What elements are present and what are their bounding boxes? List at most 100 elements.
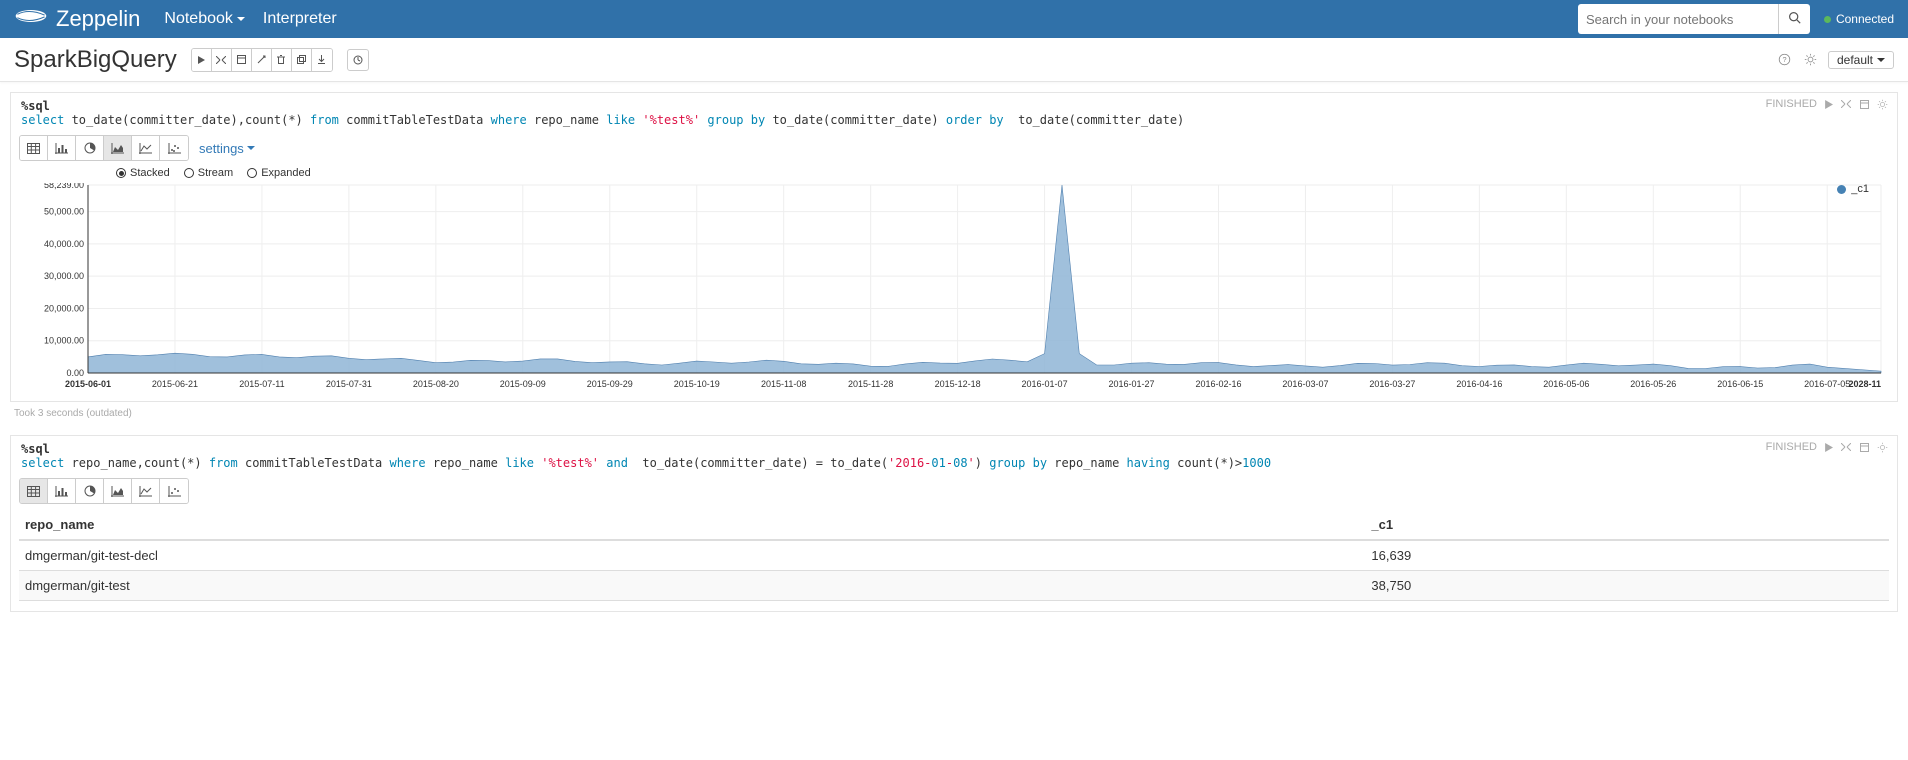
nav-interpreter[interactable]: Interpreter [263, 10, 337, 28]
note-right-tools: ? default [1776, 51, 1894, 69]
run-all-button[interactable] [192, 49, 212, 71]
viz-bar-button[interactable] [48, 479, 76, 503]
paragraph-1-query-text: select to_date(committer_date),count(*) … [21, 113, 1184, 127]
svg-text:2016-03-27: 2016-03-27 [1369, 379, 1415, 389]
nav-notebook-label: Notebook [164, 10, 233, 28]
paragraph-1-viz-toolbar: settings [11, 131, 1897, 167]
hide-editor-button[interactable] [1839, 440, 1853, 454]
chart-container: Stacked Stream Expanded _c1 0.0010,000.0… [11, 167, 1897, 401]
paragraph-1-status-bar: FINISHED [1766, 97, 1889, 111]
paragraph-1-footer: Took 3 seconds (outdated) [0, 402, 1908, 425]
caret-down-icon [237, 17, 245, 21]
viz-settings-link[interactable]: settings [199, 141, 255, 156]
viz-scatter-button[interactable] [160, 479, 188, 503]
svg-text:2015-07-31: 2015-07-31 [326, 379, 372, 389]
paragraph-2-code[interactable]: %sql select repo_name,count(*) from comm… [11, 436, 1897, 474]
svg-text:2015-09-29: 2015-09-29 [587, 379, 633, 389]
legend-swatch-icon [1837, 185, 1846, 194]
chart-legend[interactable]: _c1 [1837, 183, 1869, 195]
paragraph-2-status-bar: FINISHED [1766, 440, 1889, 454]
area-chart-svg: 0.0010,000.0020,000.0030,000.0040,000.00… [36, 183, 1887, 393]
svg-text:20,000.00: 20,000.00 [44, 303, 84, 313]
viz-line-button[interactable] [132, 136, 160, 160]
viz-type-group [19, 478, 189, 504]
search-input[interactable] [1578, 4, 1778, 34]
table-header-row: repo_name _c1 [19, 510, 1889, 540]
radio-off-icon [184, 168, 194, 178]
note-titlebar: SparkBigQuery ? default [0, 38, 1908, 82]
viz-scatter-button[interactable] [160, 136, 188, 160]
nav-notebook[interactable]: Notebook [164, 10, 245, 28]
hide-editor-button[interactable] [1839, 97, 1853, 111]
paragraph-2-viz-toolbar [11, 474, 1897, 510]
viz-settings-label: settings [199, 141, 244, 156]
svg-text:2015-07-11: 2015-07-11 [239, 379, 284, 389]
paragraph-settings-button[interactable] [1875, 97, 1889, 111]
table-header-reponame[interactable]: repo_name [19, 510, 1365, 540]
hide-output-button[interactable] [1857, 440, 1871, 454]
svg-text:2015-11-08: 2015-11-08 [761, 379, 806, 389]
svg-text:2016-02-16: 2016-02-16 [1195, 379, 1241, 389]
paragraph-1-status-text: FINISHED [1766, 98, 1817, 110]
viz-pie-button[interactable] [76, 136, 104, 160]
note-action-group [191, 48, 333, 72]
viz-table-button[interactable] [20, 136, 48, 160]
svg-text:2016-05-26: 2016-05-26 [1630, 379, 1676, 389]
table-header-c1[interactable]: _c1 [1365, 510, 1889, 540]
export-note-button[interactable] [312, 49, 332, 71]
keyboard-shortcuts-button[interactable]: ? [1776, 51, 1794, 69]
hide-output-button[interactable] [1857, 97, 1871, 111]
radio-on-icon [116, 168, 126, 178]
svg-text:2016-01-27: 2016-01-27 [1109, 379, 1155, 389]
search-button[interactable] [1778, 4, 1810, 34]
table-row[interactable]: dmgerman/git-test38,750 [19, 571, 1889, 601]
viz-area-button[interactable] [104, 479, 132, 503]
radio-off-icon [247, 168, 257, 178]
paragraph-1-code[interactable]: %sql select to_date(committer_date),coun… [11, 93, 1897, 131]
svg-text:2015-12-18: 2015-12-18 [935, 379, 981, 389]
stack-mode-stream[interactable]: Stream [184, 167, 233, 179]
stack-mode-expanded[interactable]: Expanded [247, 167, 311, 179]
clone-note-button[interactable] [292, 49, 312, 71]
svg-text:2015-11-28: 2015-11-28 [848, 379, 893, 389]
svg-text:2015-09-09: 2015-09-09 [500, 379, 546, 389]
interpreter-binding-button[interactable] [1802, 51, 1820, 69]
svg-text:2016-04-16: 2016-04-16 [1456, 379, 1502, 389]
svg-text:50,000.00: 50,000.00 [44, 207, 84, 217]
viz-area-button[interactable] [104, 136, 132, 160]
run-paragraph-button[interactable] [1821, 97, 1835, 111]
table-cell: dmgerman/git-test-decl [19, 540, 1365, 571]
viz-pie-button[interactable] [76, 479, 104, 503]
show-hide-output-button[interactable] [232, 49, 252, 71]
legend-label: _c1 [1851, 183, 1869, 195]
search-icon [1788, 11, 1801, 27]
clear-output-button[interactable] [252, 49, 272, 71]
svg-text:2016-06-15: 2016-06-15 [1717, 379, 1763, 389]
status-dot-icon [1824, 16, 1831, 23]
chart-area[interactable]: _c1 0.0010,000.0020,000.0030,000.0040,00… [36, 183, 1887, 393]
viz-bar-button[interactable] [48, 136, 76, 160]
stack-mode-stacked[interactable]: Stacked [116, 167, 170, 179]
viz-line-button[interactable] [132, 479, 160, 503]
caret-down-icon [1877, 58, 1885, 62]
nav-interpreter-label: Interpreter [263, 10, 337, 28]
brand-text: Zeppelin [56, 6, 140, 32]
run-paragraph-button[interactable] [1821, 440, 1835, 454]
result-table: repo_name _c1 dmgerman/git-test-decl16,6… [19, 510, 1889, 601]
looknfeel-label: default [1837, 53, 1873, 67]
caret-down-icon [247, 146, 255, 150]
status-text: Connected [1836, 12, 1894, 26]
show-hide-code-button[interactable] [212, 49, 232, 71]
brand[interactable]: Zeppelin [14, 5, 140, 33]
looknfeel-dropdown[interactable]: default [1828, 51, 1894, 69]
note-title[interactable]: SparkBigQuery [14, 46, 177, 74]
svg-text:2016-01-07: 2016-01-07 [1022, 379, 1068, 389]
viz-table-button[interactable] [20, 479, 48, 503]
svg-text:2028-11: 2028-11 [1848, 379, 1881, 389]
paragraph-2-status-text: FINISHED [1766, 441, 1817, 453]
svg-text:2015-10-19: 2015-10-19 [674, 379, 720, 389]
version-control-button[interactable] [347, 49, 369, 71]
delete-note-button[interactable] [272, 49, 292, 71]
paragraph-settings-button[interactable] [1875, 440, 1889, 454]
table-row[interactable]: dmgerman/git-test-decl16,639 [19, 540, 1889, 571]
